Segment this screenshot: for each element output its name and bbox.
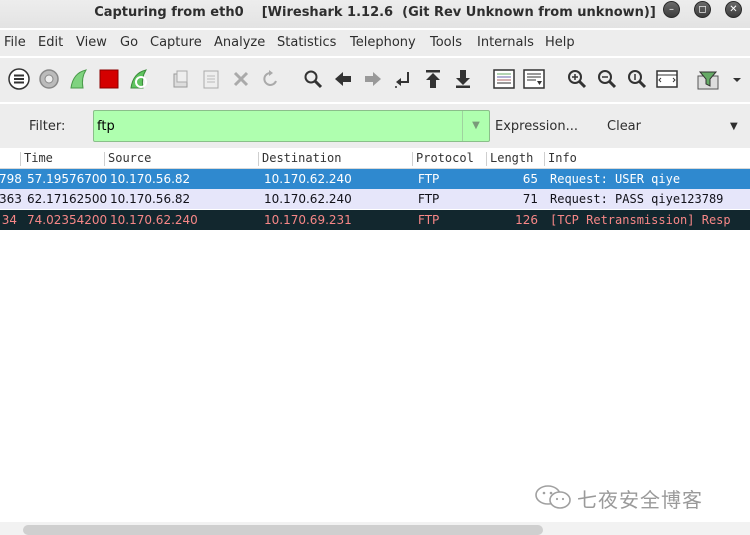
close-file-icon[interactable] xyxy=(230,68,252,90)
menu-tools[interactable]: Tools xyxy=(430,35,462,50)
packet-length: 71 xyxy=(522,192,538,206)
packet-length: 126 xyxy=(515,213,538,227)
menu-statistics[interactable]: Statistics xyxy=(277,35,336,50)
column-header-destination[interactable]: Destination xyxy=(262,151,341,165)
horizontal-scrollbar-thumb[interactable] xyxy=(23,525,543,535)
packet-source: 10.170.56.82 xyxy=(110,192,191,206)
packet-number: 363 xyxy=(0,192,22,206)
display-filter-input[interactable] xyxy=(97,117,457,135)
column-header-info[interactable]: Info xyxy=(548,151,577,165)
packet-source: 10.170.62.240 xyxy=(110,213,198,227)
packet-protocol: FTP xyxy=(418,172,440,186)
packet-source: 10.170.56.82 xyxy=(110,172,191,186)
find-packet-icon[interactable] xyxy=(302,68,324,90)
column-separator[interactable] xyxy=(412,152,413,166)
packet-time: 62.17162500 xyxy=(27,192,108,206)
resize-columns-icon[interactable] xyxy=(656,68,678,90)
capture-options-gear-icon[interactable] xyxy=(38,68,60,90)
menu-internals[interactable]: Internals xyxy=(477,35,534,50)
go-back-icon[interactable] xyxy=(332,68,354,90)
capture-filters-icon[interactable] xyxy=(697,68,719,90)
stop-capture-icon[interactable] xyxy=(98,68,120,90)
packet-row-selected[interactable]: 798 57.19576700 10.170.56.82 10.170.62.2… xyxy=(0,169,750,189)
start-capture-fin-icon[interactable] xyxy=(68,68,90,90)
packet-length: 65 xyxy=(522,172,538,186)
packet-row[interactable]: 34 74.02354200 10.170.62.240 10.170.69.2… xyxy=(0,210,750,230)
zoom-out-icon[interactable] xyxy=(596,68,618,90)
window-title: Capturing from eth0 [Wireshark 1.12.6 (G… xyxy=(94,5,656,20)
maximize-icon[interactable]: ◻ xyxy=(694,1,711,18)
watermark-text: 七夜安全博客 xyxy=(577,488,703,512)
toolbar-overflow-chevron-down-icon[interactable] xyxy=(726,68,741,90)
column-header-time[interactable]: Time xyxy=(24,151,53,165)
close-icon[interactable]: ✕ xyxy=(725,1,742,18)
menu-bar: File Edit View Go Capture Analyze Statis… xyxy=(0,30,750,56)
menu-go[interactable]: Go xyxy=(120,35,138,50)
menu-help[interactable]: Help xyxy=(545,35,575,50)
column-header-protocol[interactable]: Protocol xyxy=(416,151,474,165)
packet-protocol: FTP xyxy=(418,213,440,227)
save-file-icon[interactable] xyxy=(200,68,222,90)
clear-button[interactable]: Clear xyxy=(607,119,641,134)
go-to-packet-icon[interactable] xyxy=(392,68,414,90)
packet-row[interactable]: 363 62.17162500 10.170.56.82 10.170.62.2… xyxy=(0,189,750,209)
menu-capture[interactable]: Capture xyxy=(150,35,202,50)
zoom-in-icon[interactable] xyxy=(566,68,588,90)
expression-button[interactable]: Expression... xyxy=(495,119,578,134)
packet-protocol: FTP xyxy=(418,192,440,206)
packet-time: 74.02354200 xyxy=(27,213,108,227)
packet-info: [TCP Retransmission] Resp xyxy=(550,213,731,227)
display-filter-bar: Filter: ▼ Expression... Clear ▼ xyxy=(0,104,750,148)
menu-edit[interactable]: Edit xyxy=(38,35,63,50)
column-separator[interactable] xyxy=(258,152,259,166)
packet-number: 34 xyxy=(1,213,17,227)
reload-icon[interactable] xyxy=(260,68,282,90)
packet-destination: 10.170.62.240 xyxy=(264,192,352,206)
minimize-icon[interactable]: – xyxy=(663,1,680,18)
column-separator[interactable] xyxy=(20,152,21,166)
interfaces-icon[interactable] xyxy=(8,68,30,90)
packet-info: Request: PASS qiye123789 xyxy=(550,192,724,206)
packet-number: 798 xyxy=(0,172,22,186)
watermark: 七夜安全博客 xyxy=(533,482,733,512)
go-first-packet-icon[interactable] xyxy=(422,68,444,90)
go-last-packet-icon[interactable] xyxy=(452,68,474,90)
open-file-icon[interactable] xyxy=(170,68,192,90)
packet-time: 57.19576700 xyxy=(27,172,108,186)
packet-destination: 10.170.69.231 xyxy=(264,213,352,227)
filter-label: Filter: xyxy=(29,119,66,134)
column-separator[interactable] xyxy=(486,152,487,166)
title-bar: Capturing from eth0 [Wireshark 1.12.6 (G… xyxy=(0,0,750,28)
filter-overflow-chevron-down-icon[interactable]: ▼ xyxy=(730,121,738,132)
column-separator[interactable] xyxy=(544,152,545,166)
auto-scroll-icon[interactable] xyxy=(523,68,545,90)
menu-view[interactable]: View xyxy=(76,35,107,50)
go-forward-icon[interactable] xyxy=(362,68,384,90)
packet-destination: 10.170.62.240 xyxy=(264,172,352,186)
restart-capture-icon[interactable] xyxy=(128,68,150,90)
column-header-length[interactable]: Length xyxy=(490,151,533,165)
menu-analyze[interactable]: Analyze xyxy=(214,35,265,50)
column-header-source[interactable]: Source xyxy=(108,151,151,165)
menu-telephony[interactable]: Telephony xyxy=(350,35,416,50)
colorize-icon[interactable] xyxy=(493,68,515,90)
menu-file[interactable]: File xyxy=(4,35,26,50)
normal-size-icon[interactable] xyxy=(626,68,648,90)
packet-list-header: Time Source Destination Protocol Length … xyxy=(0,150,750,169)
filter-history-chevron-down-icon[interactable]: ▼ xyxy=(462,111,489,141)
main-toolbar xyxy=(0,58,750,102)
wechat-logo-icon xyxy=(535,485,571,509)
display-filter-box: ▼ xyxy=(93,110,490,142)
packet-info: Request: USER qiye xyxy=(550,172,681,186)
column-separator[interactable] xyxy=(104,152,105,166)
